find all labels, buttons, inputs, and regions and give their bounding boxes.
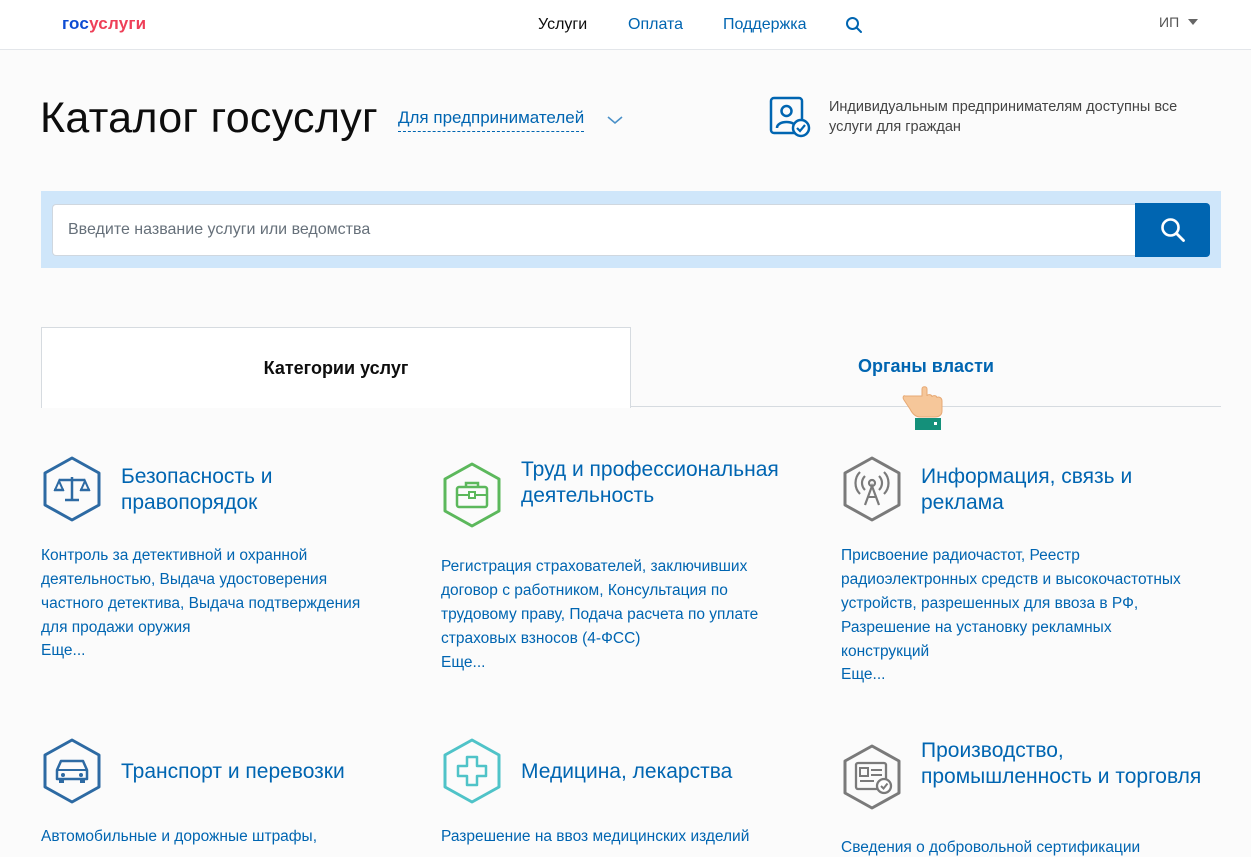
category-industry: Производство, промышленность и торговля … [841, 737, 1201, 857]
antenna-icon [843, 456, 901, 522]
tab-categories-label: Категории услуг [263, 357, 409, 378]
search-input[interactable] [52, 204, 1136, 256]
category-description[interactable]: Автомобильные и дорожные штрафы, [41, 825, 386, 849]
info-notice: Индивидуальным предпринимателям доступны… [829, 99, 1178, 135]
user-verified-icon [769, 96, 811, 138]
category-description[interactable]: Разрешение на ввоз медицинских изделий [441, 825, 786, 849]
audience-selector[interactable]: Для предпринимателей [398, 108, 585, 132]
category-description[interactable]: Присвоение радиочастот, Реестр радиоэлек… [841, 544, 1186, 664]
nav-podderzhka[interactable]: Поддержка [723, 16, 806, 34]
top-navigation-bar: госуслуги Услуги Оплата Поддержка ИП [0, 0, 1251, 50]
search-icon[interactable] [845, 16, 863, 34]
category-title[interactable]: Медицина, лекарства [521, 759, 811, 785]
hand-pointer-icon [902, 386, 943, 430]
logo-part-gos: гос [62, 14, 90, 33]
category-description[interactable]: Контроль за детективной и охранной деяте… [41, 544, 386, 640]
category-information: Информация, связь и реклама Присвоение р… [841, 455, 1201, 690]
user-role-label: ИП [1159, 14, 1180, 30]
category-description[interactable]: Регистрация страхователей, заключивших д… [441, 555, 786, 651]
category-security: Безопасность и правопорядок Контроль за … [41, 455, 401, 675]
category-description[interactable]: Сведения о добровольной сертификации [841, 836, 1186, 857]
nav-oplata[interactable]: Оплата [628, 16, 683, 34]
medical-cross-icon [443, 738, 501, 804]
category-title[interactable]: Информация, связь и реклама [921, 464, 1211, 516]
category-title[interactable]: Производство, промышленность и торговля [921, 738, 1211, 790]
page-title: Каталог госуслуг [40, 94, 379, 142]
category-title[interactable]: Труд и профессиональная деятельность [521, 457, 811, 509]
tab-authorities-label: Органы власти [858, 356, 994, 376]
more-link[interactable]: Еще... [841, 666, 885, 684]
briefcase-icon [443, 462, 501, 528]
nav-uslugi[interactable]: Услуги [538, 16, 587, 34]
category-title[interactable]: Безопасность и правопорядок [121, 464, 411, 516]
search-button[interactable] [1135, 203, 1210, 257]
category-transport: Транспорт и перевозки Автомобильные и до… [41, 737, 401, 857]
certificate-icon [843, 744, 901, 810]
logo-part-uslugi: услуги [89, 14, 147, 33]
car-icon [43, 738, 101, 804]
category-medicine: Медицина, лекарства Разрешение на ввоз м… [441, 737, 801, 857]
magnifier-icon [1160, 218, 1185, 242]
category-labor: Труд и профессиональная деятельность Рег… [441, 455, 801, 685]
category-title[interactable]: Транспорт и перевозки [121, 759, 411, 785]
scales-icon [43, 456, 101, 522]
tab-categories[interactable]: Категории услуг [41, 327, 631, 408]
user-menu[interactable]: ИП [1159, 14, 1199, 30]
caret-down-icon [1188, 19, 1199, 25]
more-link[interactable]: Еще... [441, 654, 485, 672]
more-link[interactable]: Еще... [41, 642, 85, 660]
chevron-down-icon[interactable] [606, 114, 624, 126]
gosuslugi-logo[interactable]: госуслуги [62, 14, 146, 34]
